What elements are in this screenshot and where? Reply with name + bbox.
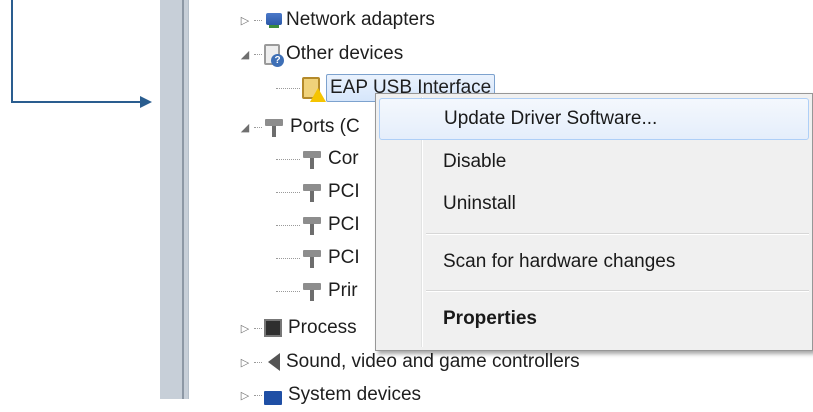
tree-item-label: PCI bbox=[328, 214, 360, 235]
warning-device-icon bbox=[302, 77, 326, 102]
expand-arrow-icon[interactable]: ▷ bbox=[238, 322, 252, 335]
collapse-arrow-icon[interactable]: ◢ bbox=[238, 121, 252, 134]
menu-item-disable[interactable]: Disable bbox=[379, 141, 809, 183]
menu-item-label: Properties bbox=[443, 308, 537, 329]
tree-item-label: PCI bbox=[328, 247, 360, 268]
port-icon bbox=[302, 182, 322, 202]
tree-item-network-adapters[interactable]: ▷ Network adapters bbox=[238, 3, 435, 37]
port-icon bbox=[302, 149, 322, 169]
tree-item-port-child[interactable]: PCI bbox=[274, 175, 360, 209]
window-frame bbox=[160, 0, 189, 399]
tree-item-port-child[interactable]: PCI bbox=[274, 208, 360, 242]
menu-item-label: Disable bbox=[443, 151, 507, 172]
unknown-device-icon bbox=[264, 43, 284, 67]
port-icon bbox=[302, 248, 322, 268]
collapse-arrow-icon[interactable]: ◢ bbox=[238, 48, 252, 61]
tree-item-label: Network adapters bbox=[286, 9, 435, 30]
tree-item-label: Sound, video and game controllers bbox=[286, 351, 580, 372]
tree-item-label: Ports (C bbox=[290, 116, 360, 137]
menu-item-scan-hardware[interactable]: Scan for hardware changes bbox=[379, 241, 809, 283]
tree-item-other-devices[interactable]: ◢ Other devices bbox=[238, 37, 403, 71]
port-icon bbox=[302, 281, 322, 301]
menu-item-label: Scan for hardware changes bbox=[443, 251, 676, 272]
port-icon bbox=[302, 215, 322, 235]
callout-line-horizontal bbox=[11, 101, 145, 103]
tree-item-port-child[interactable]: Cor bbox=[274, 142, 359, 176]
menu-separator bbox=[426, 290, 809, 292]
menu-item-label: Update Driver Software... bbox=[444, 108, 658, 129]
network-adapter-icon bbox=[266, 13, 282, 25]
expand-arrow-icon[interactable]: ▷ bbox=[238, 356, 252, 369]
expand-arrow-icon[interactable]: ▷ bbox=[238, 389, 252, 402]
tree-item-port-child[interactable]: PCI bbox=[274, 241, 360, 275]
system-device-icon bbox=[264, 391, 282, 405]
tree-item-label: PCI bbox=[328, 181, 360, 202]
menu-item-properties[interactable]: Properties bbox=[379, 298, 809, 340]
context-menu[interactable]: Update Driver Software... Disable Uninst… bbox=[375, 93, 813, 351]
expand-arrow-icon[interactable]: ▷ bbox=[238, 14, 252, 27]
callout-arrow-icon bbox=[140, 96, 152, 108]
tree-item-port-child[interactable]: Prir bbox=[274, 274, 358, 308]
menu-item-update-driver[interactable]: Update Driver Software... bbox=[379, 98, 809, 140]
menu-item-uninstall[interactable]: Uninstall bbox=[379, 183, 809, 225]
tree-item-label: Cor bbox=[328, 148, 359, 169]
tree-item-label: System devices bbox=[288, 384, 422, 405]
menu-item-label: Uninstall bbox=[443, 193, 516, 214]
processor-icon bbox=[264, 319, 282, 337]
menu-separator bbox=[426, 233, 809, 235]
tree-item-label: Process bbox=[288, 317, 357, 338]
tree-item-processors[interactable]: ▷ Process bbox=[238, 311, 357, 345]
tree-item-system-devices[interactable]: ▷ System devices bbox=[238, 378, 421, 412]
window-frame-edge bbox=[182, 0, 184, 399]
tree-item-label: Other devices bbox=[286, 43, 404, 64]
port-icon bbox=[264, 117, 284, 137]
callout-line-vertical bbox=[11, 0, 13, 103]
tree-item-label: Prir bbox=[328, 280, 358, 301]
speaker-icon bbox=[268, 353, 280, 371]
tree-item-ports[interactable]: ◢ Ports (C bbox=[238, 110, 360, 144]
